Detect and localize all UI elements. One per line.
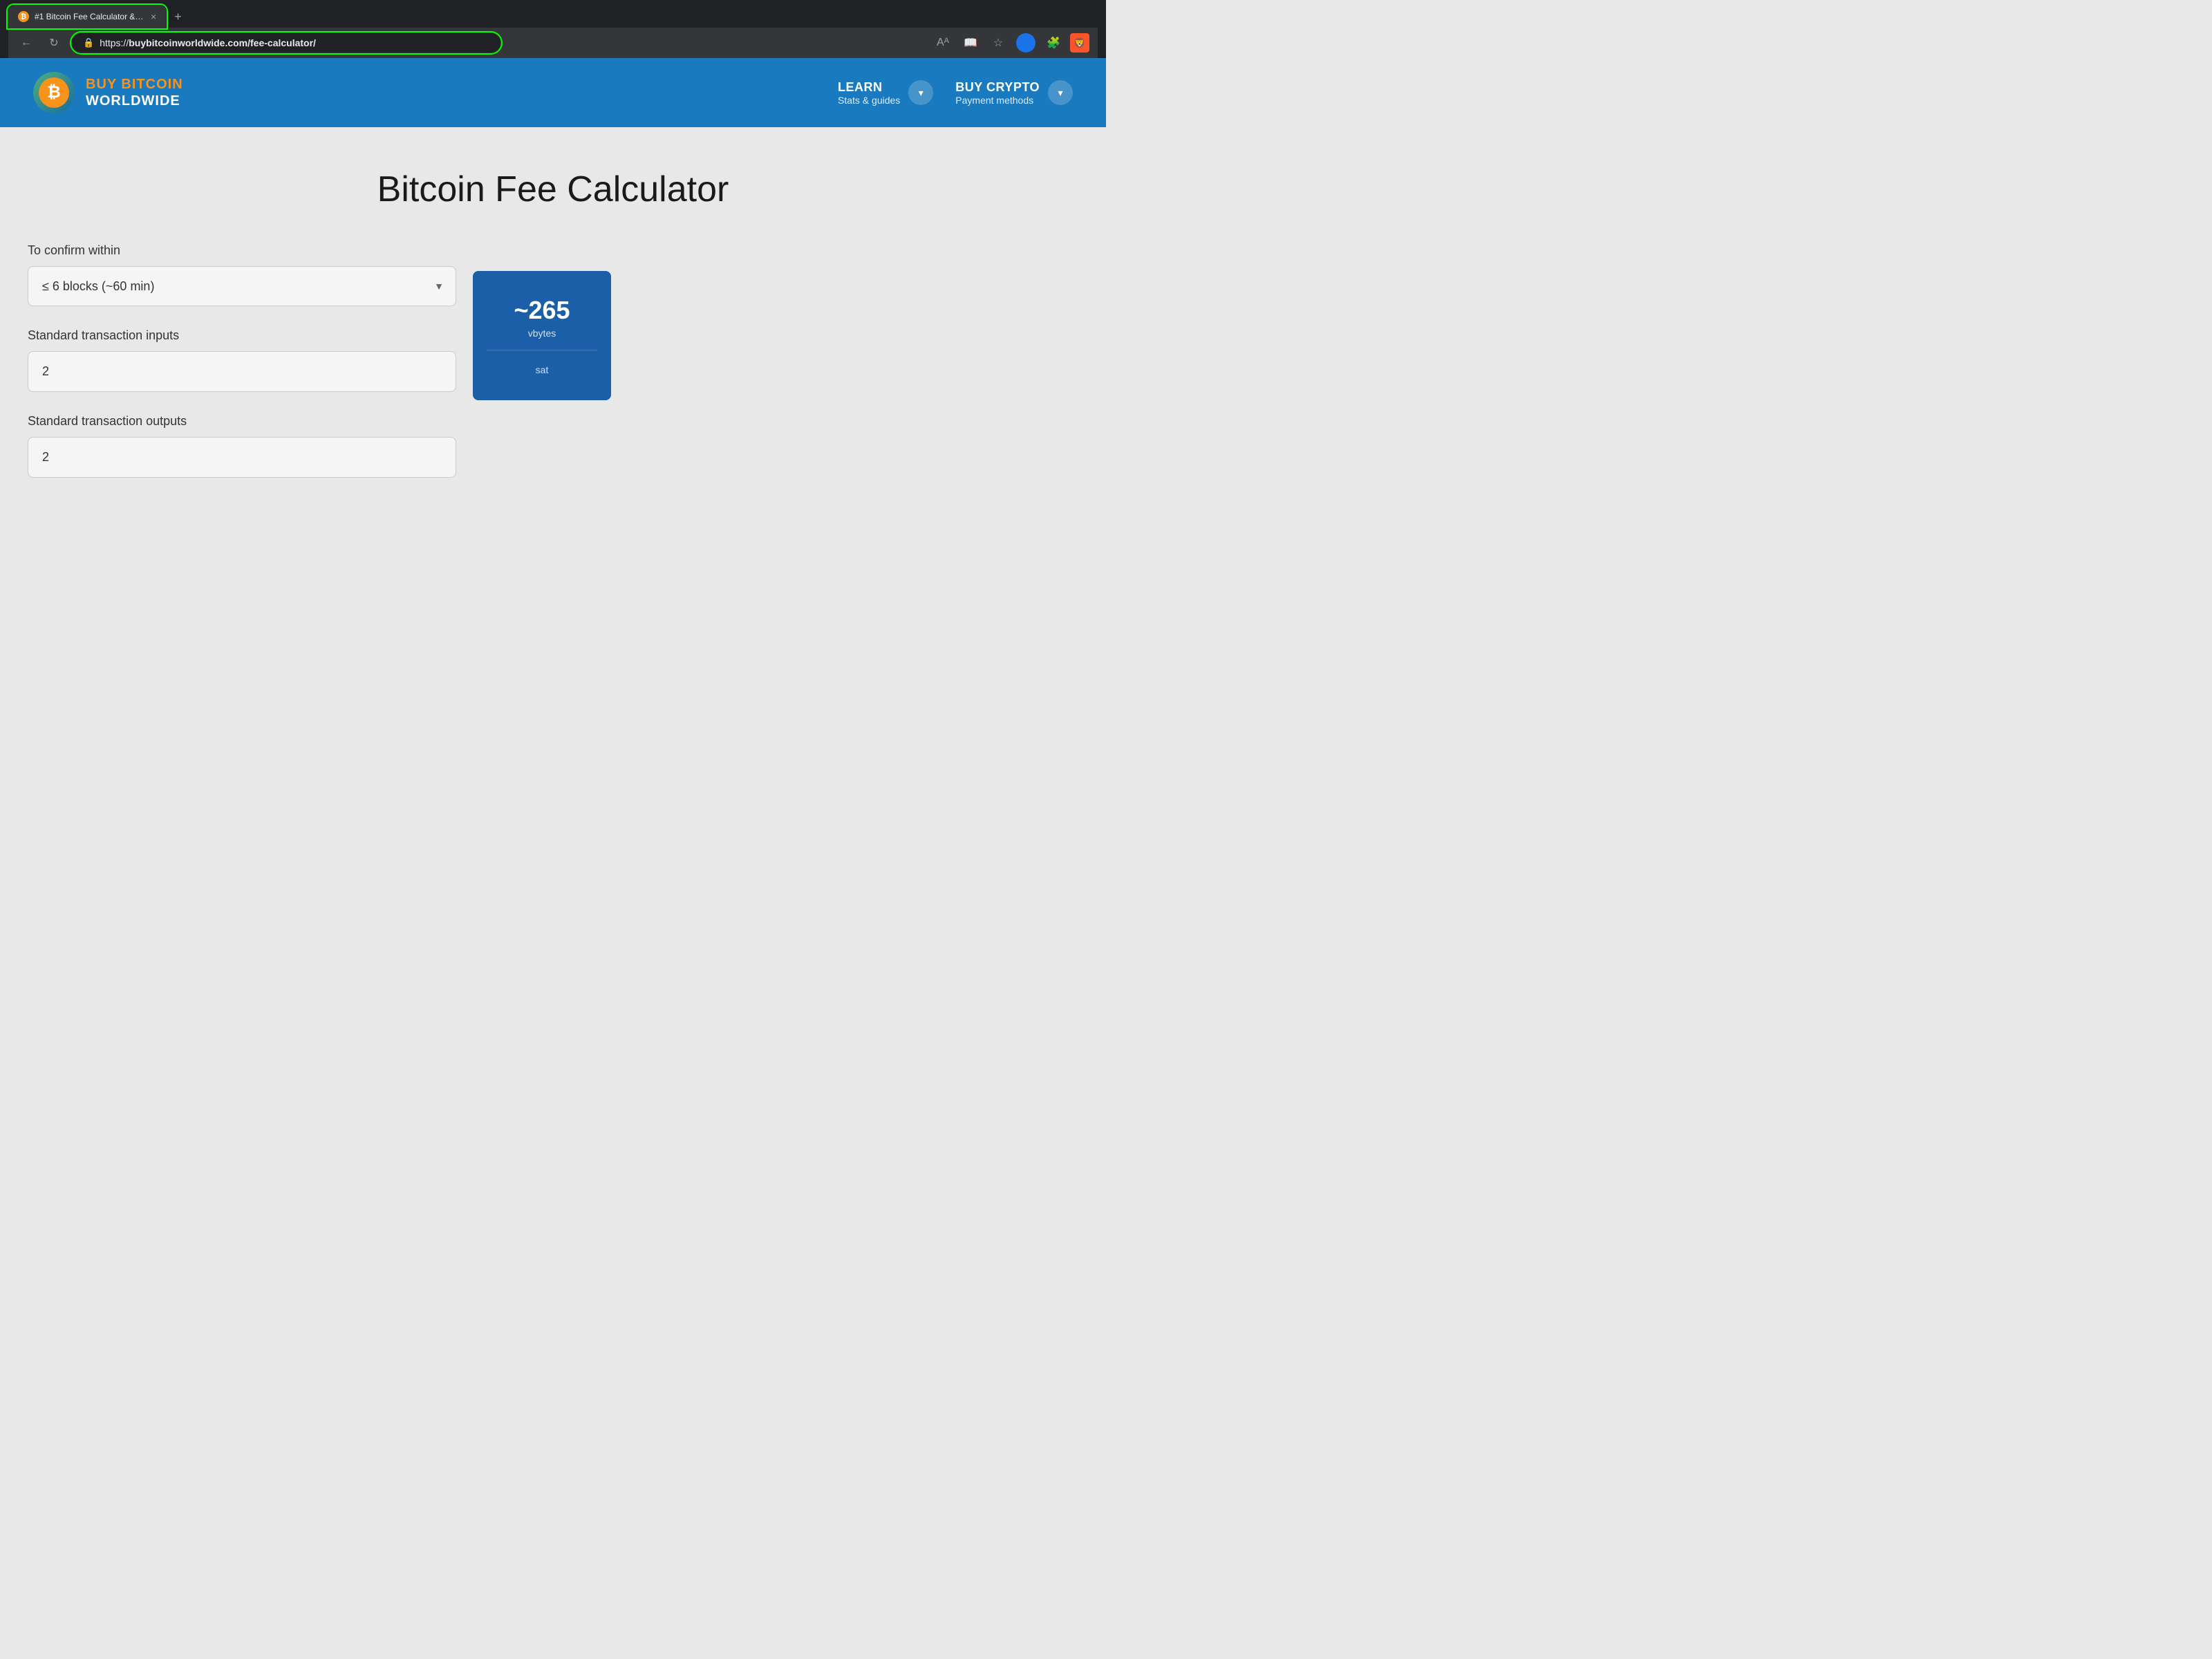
result-size-row: ~265 vbytes <box>487 285 597 350</box>
result-panel: ~265 vbytes sat <box>473 271 611 400</box>
brave-icon[interactable]: 🦁 <box>1070 33 1089 53</box>
learn-dropdown-button[interactable]: ▾ <box>908 80 933 105</box>
profile-avatar <box>1016 33 1035 53</box>
page-title: Bitcoin Fee Calculator <box>0 169 1106 210</box>
nav-actions: Aᴬ 📖 ☆ 🧩 🦁 <box>932 32 1089 54</box>
site-name: BUY BITCOIN WORLDWIDE <box>86 76 183 109</box>
tx-inputs-field[interactable] <box>28 351 456 392</box>
logo-area[interactable]: ₿ BUY BITCOIN WORLDWIDE <box>33 72 183 113</box>
confirm-select-wrapper: ≤ 1 block (~10 min) ≤ 3 blocks (~30 min)… <box>28 266 456 306</box>
tab-title: #1 Bitcoin Fee Calculator & Estim <box>35 12 145 21</box>
calculator-form: To confirm within ≤ 1 block (~10 min) ≤ … <box>28 243 456 500</box>
tx-inputs-label: Standard transaction inputs <box>28 328 456 343</box>
buy-crypto-label: BUY CRYPTO <box>955 80 1040 95</box>
site-header: ₿ BUY BITCOIN WORLDWIDE LEARN Stats & gu… <box>0 58 1106 127</box>
bookmark-button[interactable]: ☆ <box>987 32 1009 54</box>
tab-close-button[interactable]: × <box>151 11 156 22</box>
new-tab-button[interactable]: + <box>169 7 187 27</box>
reader-mode-button[interactable]: 📖 <box>959 32 982 54</box>
url-display: https://buybitcoinworldwide.com/fee-calc… <box>100 37 489 48</box>
profile-button[interactable] <box>1015 32 1037 54</box>
buy-crypto-nav-text: BUY CRYPTO Payment methods <box>955 80 1040 106</box>
refresh-icon: ↻ <box>49 36 58 50</box>
buy-crypto-nav-item[interactable]: BUY CRYPTO Payment methods ▾ <box>955 80 1073 106</box>
buy-crypto-chevron-icon: ▾ <box>1058 87 1062 99</box>
learn-label: LEARN <box>838 80 900 95</box>
tx-outputs-group: Standard transaction outputs <box>28 414 456 478</box>
learn-nav-item[interactable]: LEARN Stats & guides ▾ <box>838 80 933 106</box>
refresh-button[interactable]: ↻ <box>44 33 64 53</box>
back-icon: ← <box>21 37 32 49</box>
tab-favicon: ₿ <box>18 11 29 22</box>
lock-icon: 🔒 <box>83 37 94 48</box>
main-content: Bitcoin Fee Calculator To confirm within… <box>0 127 1106 542</box>
site-logo: ₿ <box>33 72 75 113</box>
back-button[interactable]: ← <box>17 33 36 53</box>
buy-crypto-sublabel: Payment methods <box>955 95 1040 106</box>
tx-inputs-group: Standard transaction inputs <box>28 328 456 392</box>
bitcoin-icon: ₿ <box>39 77 69 108</box>
active-tab[interactable]: ₿ #1 Bitcoin Fee Calculator & Estim × <box>8 6 166 28</box>
learn-nav-text: LEARN Stats & guides <box>838 80 900 106</box>
browser-chrome: ₿ #1 Bitcoin Fee Calculator & Estim × + … <box>0 0 1106 58</box>
site-name-bottom: WORLDWIDE <box>86 93 183 109</box>
site-name-top: BUY BITCOIN <box>86 76 183 93</box>
buy-crypto-dropdown-button[interactable]: ▾ <box>1048 80 1073 105</box>
confirm-within-label: To confirm within <box>28 243 456 258</box>
tab-bar: ₿ #1 Bitcoin Fee Calculator & Estim × + <box>8 6 1098 28</box>
result-vbytes-unit: vbytes <box>528 328 556 339</box>
extensions-button[interactable]: 🧩 <box>1042 32 1065 54</box>
confirm-within-select[interactable]: ≤ 1 block (~10 min) ≤ 3 blocks (~30 min)… <box>28 266 456 306</box>
learn-sublabel: Stats & guides <box>838 95 900 106</box>
confirm-within-group: To confirm within ≤ 1 block (~10 min) ≤ … <box>28 243 456 306</box>
result-vbytes-value: ~265 <box>514 296 570 325</box>
font-settings-button[interactable]: Aᴬ <box>932 32 954 54</box>
result-sats-label: sat <box>536 364 549 375</box>
calculator-section: To confirm within ≤ 1 block (~10 min) ≤ … <box>0 243 1106 500</box>
learn-chevron-icon: ▾ <box>919 87 924 99</box>
nav-bar: ← ↻ 🔒 https://buybitcoinworldwide.com/fe… <box>8 28 1098 58</box>
result-sats-row: sat <box>487 350 597 386</box>
tx-outputs-field[interactable] <box>28 437 456 478</box>
header-nav: LEARN Stats & guides ▾ BUY CRYPTO Paymen… <box>838 80 1073 106</box>
tx-outputs-label: Standard transaction outputs <box>28 414 456 429</box>
address-bar[interactable]: 🔒 https://buybitcoinworldwide.com/fee-ca… <box>72 33 500 53</box>
